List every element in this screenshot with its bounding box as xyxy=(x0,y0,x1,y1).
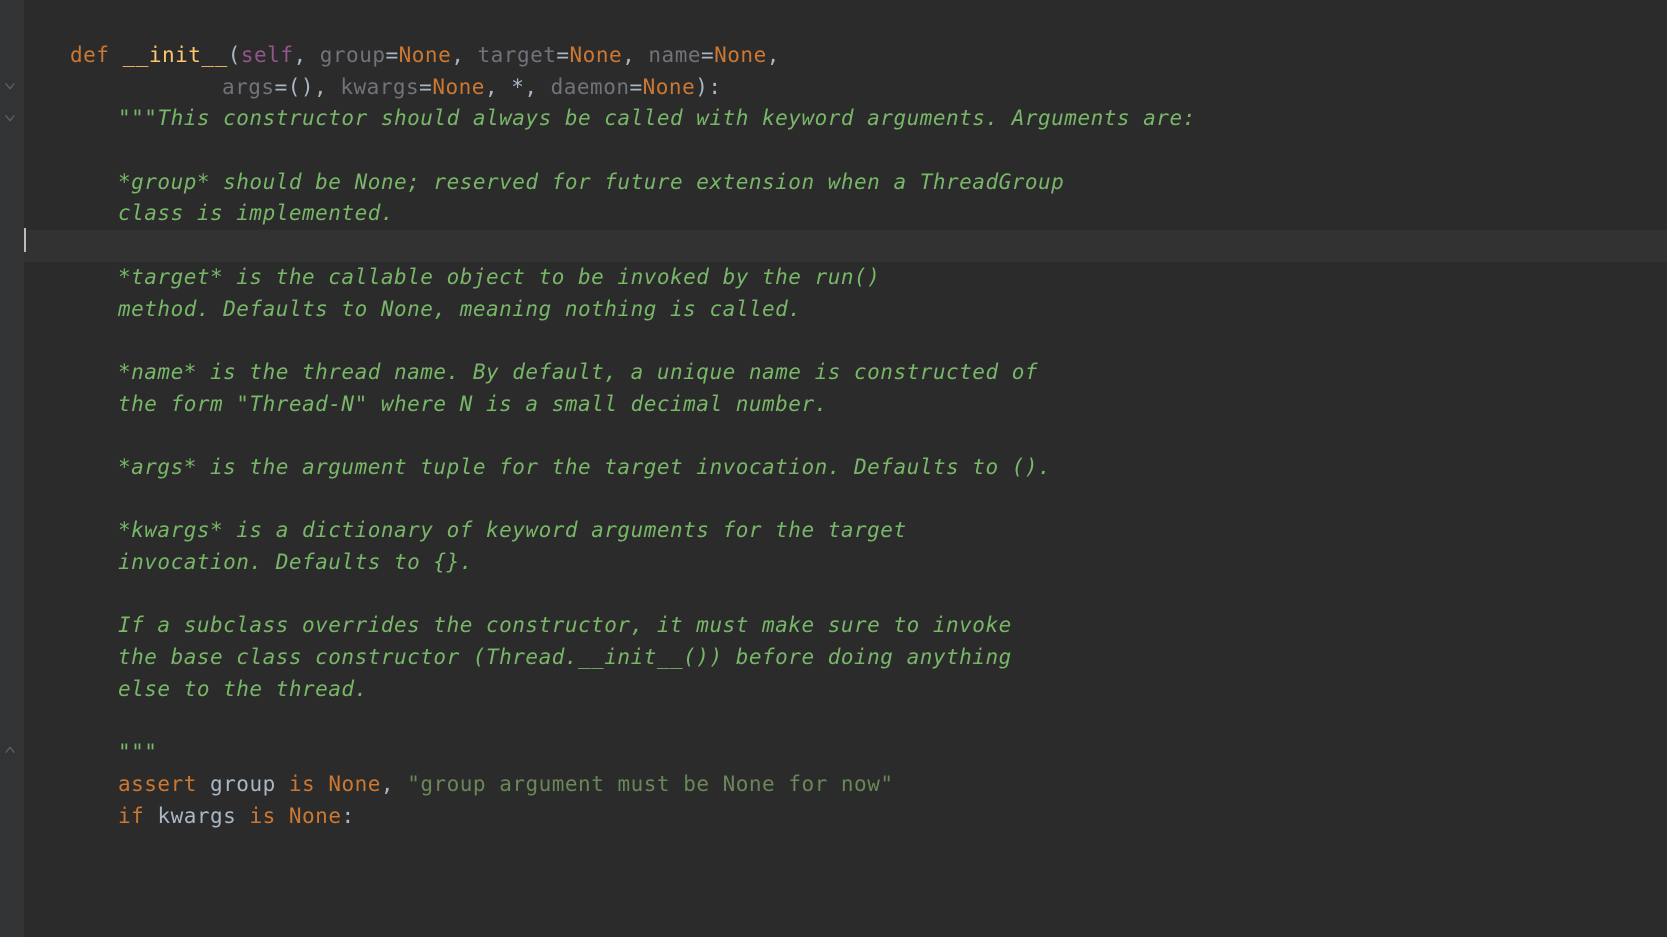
docstring-text: *name* is the thread name. By default, a… xyxy=(118,360,1038,384)
keyword-if: if xyxy=(118,804,157,828)
keyword-assert: assert xyxy=(118,772,210,796)
keyword-none: None xyxy=(399,43,452,67)
code-line[interactable]: else to the thread. xyxy=(24,674,1667,706)
fold-marker-up-icon[interactable] xyxy=(2,742,18,758)
code-line[interactable]: *kwargs* is a dictionary of keyword argu… xyxy=(24,515,1667,547)
docstring-text: *args* is the argument tuple for the tar… xyxy=(118,455,1051,479)
docstring-text: method. Defaults to None, meaning nothin… xyxy=(118,297,801,321)
docstring-text: *target* is the callable object to be in… xyxy=(118,265,880,289)
code-line[interactable]: If a subclass overrides the constructor,… xyxy=(24,610,1667,642)
param: args xyxy=(222,75,275,99)
docstring-text: the base class constructor (Thread.__ini… xyxy=(118,645,1012,669)
param: name xyxy=(648,43,701,67)
keyword-is: is xyxy=(289,772,328,796)
docstring-close: """ xyxy=(118,740,157,764)
code-line-current[interactable] xyxy=(24,230,1667,262)
code-line[interactable] xyxy=(24,705,1667,737)
keyword-def: def xyxy=(70,43,123,67)
keyword-none: None xyxy=(328,772,381,796)
docstring-text: the form "Thread-N" where N is a small d… xyxy=(118,392,828,416)
fold-marker-icon[interactable] xyxy=(2,78,18,94)
docstring-text: else to the thread. xyxy=(118,677,368,701)
code-line[interactable]: args=(), kwargs=None, *, daemon=None): xyxy=(24,72,1667,104)
keyword-none: None xyxy=(570,43,623,67)
code-line[interactable]: *group* should be None; reserved for fut… xyxy=(24,167,1667,199)
docstring-text: *group* should be None; reserved for fut… xyxy=(118,170,1064,194)
code-area[interactable]: def __init__(self, group=None, target=No… xyxy=(24,0,1667,937)
code-line[interactable]: *target* is the callable object to be in… xyxy=(24,262,1667,294)
param: target xyxy=(478,43,557,67)
keyword-none: None xyxy=(289,804,342,828)
code-line[interactable]: the form "Thread-N" where N is a small d… xyxy=(24,389,1667,421)
gutter[interactable] xyxy=(0,0,24,937)
param: group xyxy=(320,43,386,67)
punct: ( xyxy=(228,43,241,67)
docstring-text: """This constructor should always be cal… xyxy=(118,106,1196,130)
function-name: __init__ xyxy=(123,43,228,67)
keyword-is: is xyxy=(249,804,288,828)
code-line[interactable] xyxy=(24,325,1667,357)
code-line[interactable] xyxy=(24,420,1667,452)
code-line[interactable]: invocation. Defaults to {}. xyxy=(24,547,1667,579)
code-line[interactable]: *args* is the argument tuple for the tar… xyxy=(24,452,1667,484)
code-line[interactable]: the base class constructor (Thread.__ini… xyxy=(24,642,1667,674)
docstring-text: invocation. Defaults to {}. xyxy=(118,550,473,574)
code-line[interactable]: """ xyxy=(24,737,1667,769)
code-line[interactable] xyxy=(24,135,1667,167)
param: kwargs xyxy=(340,75,419,99)
param-self: self xyxy=(241,43,294,67)
keyword-none: None xyxy=(714,43,767,67)
keyword-none: None xyxy=(432,75,485,99)
fold-marker-icon[interactable] xyxy=(2,110,18,126)
code-line[interactable] xyxy=(24,579,1667,611)
code-editor[interactable]: def __init__(self, group=None, target=No… xyxy=(0,0,1667,937)
string-literal: "group argument must be None for now" xyxy=(407,772,893,796)
code-line[interactable] xyxy=(24,484,1667,516)
code-line[interactable]: if kwargs is None: xyxy=(24,801,1667,833)
text-caret xyxy=(24,228,26,252)
code-line[interactable]: method. Defaults to None, meaning nothin… xyxy=(24,294,1667,326)
code-line[interactable]: *name* is the thread name. By default, a… xyxy=(24,357,1667,389)
docstring-text: If a subclass overrides the constructor,… xyxy=(118,613,1012,637)
keyword-none: None xyxy=(643,75,696,99)
code-line[interactable]: class is implemented. xyxy=(24,198,1667,230)
code-line[interactable]: def __init__(self, group=None, target=No… xyxy=(24,40,1667,72)
docstring-text: *kwargs* is a dictionary of keyword argu… xyxy=(118,518,907,542)
param: daemon xyxy=(551,75,630,99)
code-line[interactable]: """This constructor should always be cal… xyxy=(24,103,1667,135)
code-line[interactable]: assert group is None, "group argument mu… xyxy=(24,769,1667,801)
docstring-text: class is implemented. xyxy=(118,201,394,225)
